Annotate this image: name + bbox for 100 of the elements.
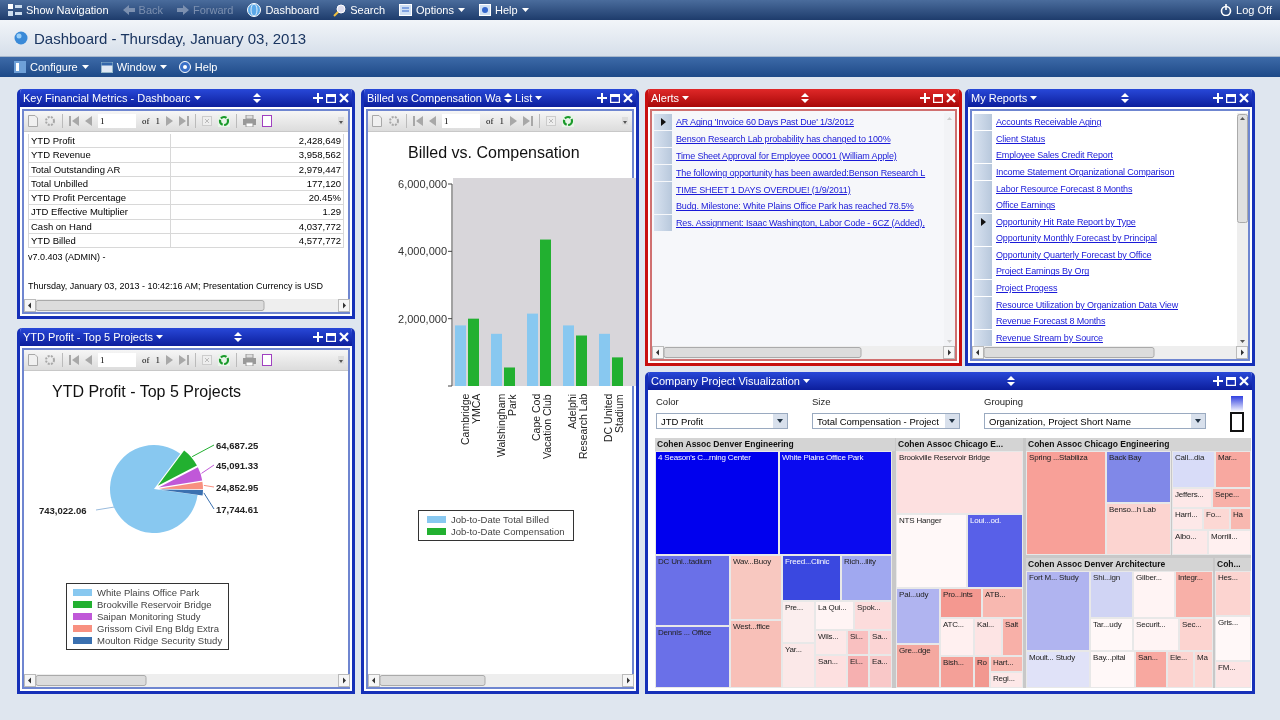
treemap-tile[interactable]: Loui...od. xyxy=(967,514,1023,588)
treemap-tile[interactable]: Ele... xyxy=(1167,651,1194,688)
pin-icon[interactable] xyxy=(1213,93,1223,103)
close-icon[interactable] xyxy=(1239,376,1249,386)
treemap-tile[interactable]: Bay...pital xyxy=(1090,651,1135,688)
report-link[interactable]: Accounts Receivable Aging xyxy=(996,117,1102,128)
close-icon[interactable] xyxy=(339,93,349,103)
treemap-tile[interactable]: Ha xyxy=(1230,508,1251,530)
page-setup-icon[interactable] xyxy=(262,115,272,127)
toolbar-overflow-icon[interactable] xyxy=(338,356,344,364)
treemap-tile[interactable]: Pro...ints xyxy=(940,588,982,618)
treemap-tile[interactable]: Spok... xyxy=(854,601,892,630)
report-link[interactable]: Time Sheet Approval for Employee 00001 (William Apple) xyxy=(676,151,897,161)
treemap-tile[interactable]: Morrill... xyxy=(1208,530,1251,555)
treemap-tile[interactable]: Regi... xyxy=(990,672,1023,688)
treemap-tile[interactable]: DC Uni...tadium xyxy=(655,555,730,626)
caret-icon[interactable] xyxy=(773,414,787,428)
menu-button[interactable]: Configure xyxy=(14,61,89,73)
toolbar-overflow-icon[interactable] xyxy=(338,117,344,125)
next-page-icon[interactable] xyxy=(510,116,517,126)
caret-icon[interactable] xyxy=(159,64,167,70)
horizontal-scrollbar[interactable] xyxy=(368,674,634,687)
treemap-tile[interactable]: Ei... xyxy=(847,655,869,688)
globe-icon[interactable] xyxy=(247,3,262,17)
treemap-tile[interactable]: Kal... xyxy=(974,618,1002,656)
report-link[interactable]: Opportunity Quarterly Forecast by Office xyxy=(996,249,1152,260)
treemap-tile[interactable]: NTS Hanger xyxy=(896,514,967,588)
treemap-tile[interactable]: Si... xyxy=(847,630,869,655)
pin-icon[interactable] xyxy=(1213,376,1223,386)
print-icon[interactable] xyxy=(243,115,256,127)
menu-button[interactable]: Window xyxy=(100,61,167,73)
previous-page-icon[interactable] xyxy=(85,355,92,365)
caret-icon[interactable] xyxy=(535,95,543,101)
treemap-tile[interactable]: San... xyxy=(815,655,847,688)
dropdown-field[interactable]: JTD Profit xyxy=(656,413,788,429)
horizontal-scrollbar[interactable] xyxy=(972,346,1248,359)
page-number-field[interactable]: 1 xyxy=(98,353,136,367)
stop-icon[interactable] xyxy=(202,355,212,365)
page-number-field[interactable]: 1 xyxy=(98,114,136,128)
print-icon[interactable] xyxy=(243,354,256,366)
treemap-tile[interactable]: Mar... xyxy=(1215,451,1251,488)
last-page-icon[interactable] xyxy=(179,355,189,365)
close-icon[interactable] xyxy=(1239,93,1249,103)
first-page-icon[interactable] xyxy=(413,116,423,126)
row-header[interactable] xyxy=(654,114,672,131)
gear-icon[interactable] xyxy=(44,354,56,366)
treemap-tile[interactable]: Tar...udy xyxy=(1090,618,1133,651)
refresh-icon[interactable] xyxy=(562,115,574,127)
maximize-icon[interactable] xyxy=(610,93,620,103)
treemap-tile[interactable]: Sec... xyxy=(1179,618,1213,651)
nav-button[interactable]: Search xyxy=(333,3,386,17)
treemap-tile[interactable]: Hes... xyxy=(1215,571,1251,616)
report-link[interactable]: The following opportunity has been awarded:Benson Research L xyxy=(676,167,926,178)
treemap-tile[interactable]: Rich...ility xyxy=(841,555,892,601)
treemap-tile[interactable]: Harri... xyxy=(1172,508,1203,530)
maximize-icon[interactable] xyxy=(1226,93,1236,103)
report-link[interactable]: Project Earnings By Org xyxy=(996,266,1090,277)
caret-icon[interactable] xyxy=(945,414,959,428)
caret-icon[interactable] xyxy=(682,95,690,101)
treemap-tile[interactable]: Pre... xyxy=(782,601,815,643)
next-page-icon[interactable] xyxy=(166,355,173,365)
last-page-icon[interactable] xyxy=(523,116,533,126)
maximize-icon[interactable] xyxy=(1226,376,1236,386)
up-down-arrows-icon[interactable] xyxy=(800,93,809,103)
page-number-field[interactable]: 1 xyxy=(442,114,480,128)
treemap-tile[interactable]: San... xyxy=(1135,651,1167,688)
dropdown-field[interactable]: Total Compensation - Project xyxy=(812,413,960,429)
report-link[interactable]: Income Statement Organizational Comparison xyxy=(996,167,1175,177)
treemap-tile[interactable]: Salt xyxy=(1002,618,1023,656)
refresh-icon[interactable] xyxy=(218,354,230,366)
caret-icon[interactable] xyxy=(1191,414,1205,428)
nav-button[interactable]: Dashboard xyxy=(247,3,320,17)
maximize-icon[interactable] xyxy=(326,332,336,342)
treemap-tile[interactable]: Wav...Buoy xyxy=(730,555,782,620)
treemap-tile[interactable]: Fort M... Study xyxy=(1026,571,1090,651)
gear-icon[interactable] xyxy=(44,115,56,127)
last-page-icon[interactable] xyxy=(179,116,189,126)
horizontal-scrollbar[interactable] xyxy=(24,674,350,687)
treemap-tile[interactable]: Brookville Reservoir Bridge xyxy=(896,451,1023,514)
first-page-icon[interactable] xyxy=(69,116,79,126)
next-page-icon[interactable] xyxy=(166,116,173,126)
caret-icon[interactable] xyxy=(193,95,201,101)
gear-icon[interactable] xyxy=(388,115,400,127)
dropdown-field[interactable]: Organization, Project Short Name xyxy=(984,413,1206,429)
treemap-tile[interactable]: Ro xyxy=(974,656,990,688)
treemap-tile[interactable]: 4 Season's C...rning Center xyxy=(655,451,779,555)
caret-icon[interactable] xyxy=(81,64,89,70)
caret-icon[interactable] xyxy=(803,378,810,384)
treemap-tile[interactable]: Ea... xyxy=(869,655,892,688)
report-link[interactable]: Revenue Stream by Source xyxy=(996,332,1103,343)
search-icon[interactable] xyxy=(333,3,347,17)
horizontal-scrollbar[interactable] xyxy=(24,299,350,312)
treemap-tile[interactable]: Freed...Clinic xyxy=(782,555,841,601)
pin-icon[interactable] xyxy=(313,332,323,342)
grid-icon[interactable] xyxy=(8,4,22,16)
pin-icon[interactable] xyxy=(313,93,323,103)
treemap-tile[interactable]: Moult... Study xyxy=(1026,651,1090,688)
treemap-tile[interactable]: Benso...h Lab xyxy=(1106,503,1171,555)
close-icon[interactable] xyxy=(623,93,633,103)
treemap-tile[interactable]: Pal...udy xyxy=(896,588,940,644)
